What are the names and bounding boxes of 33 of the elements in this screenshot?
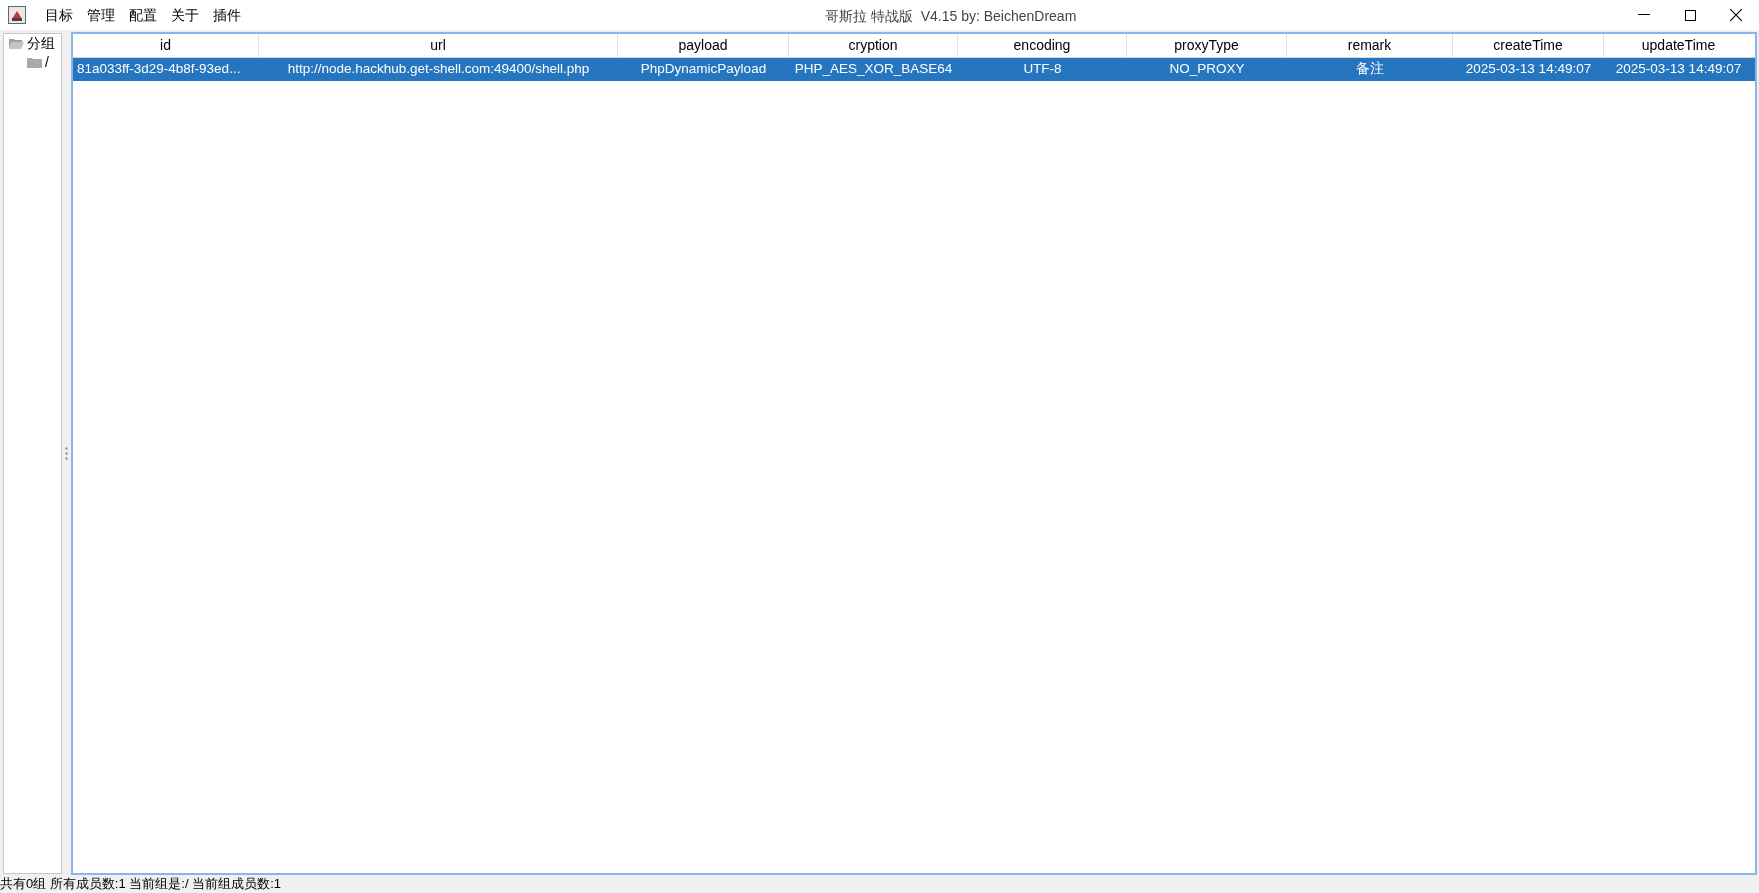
table-cell-text: 2025-03-13 14:49:07 (1615, 60, 1742, 79)
table-cell-text: 81a033ff-3d29-4b8f-93ed... (77, 60, 241, 79)
tree-item[interactable]: / (45, 52, 49, 73)
column-header[interactable]: payload (618, 34, 789, 57)
menu-item[interactable]: 目标 (38, 3, 80, 27)
minimize-icon (1638, 14, 1650, 16)
table-cell-text: http://node.hackhub.get-shell.com:49400/shell.php (287, 60, 590, 79)
table-cell-text: UTF-8 (1023, 60, 1062, 79)
app-icon (8, 6, 26, 24)
column-header[interactable]: remark (1287, 34, 1453, 57)
column-header[interactable]: id (73, 34, 259, 57)
menu-item[interactable]: 关于 (164, 3, 206, 27)
splitter-grip-icon[interactable] (65, 447, 68, 460)
column-header[interactable]: createTime (1453, 34, 1604, 57)
menu-item[interactable]: 管理 (80, 3, 122, 27)
column-header[interactable]: proxyType (1127, 34, 1287, 57)
table-row[interactable]: 81a033ff-3d29-4b8f-93ed... http://node.hackhub.get-shell.com:49400/shell.php PhpDynamicPayload PHP_AES_XOR_BASE64 UTF-8 NO_PROXY 备注 2025-03-13 14:49:07 2025-03-13 14:49:07 (73, 58, 1755, 81)
column-header[interactable]: cryption (789, 34, 958, 57)
maximize-icon (1684, 9, 1696, 21)
menu-item[interactable]: 配置 (122, 3, 164, 27)
window-title: 哥斯拉 特战版 V4.15 by: BeichenDream (825, 7, 1077, 26)
table-cell-text: PhpDynamicPayload (640, 60, 767, 79)
tree-item[interactable]: 分组 (27, 33, 55, 54)
table-cell-text: PHP_AES_XOR_BASE64 (794, 60, 953, 79)
status-text: 共有0组 所有成员数:1 当前组是:/ 当前组成员数:1 (0, 875, 281, 893)
column-header[interactable]: url (259, 34, 618, 57)
menu-item[interactable]: 插件 (206, 3, 248, 27)
column-header[interactable]: encoding (958, 34, 1127, 57)
column-header[interactable]: updateTime (1604, 34, 1753, 57)
table-cell-text: 2025-03-13 14:49:07 (1465, 60, 1592, 79)
table-cell-text: NO_PROXY (1169, 60, 1245, 79)
table-cell-text: 备注 (1356, 60, 1384, 79)
close-icon (1730, 9, 1742, 21)
